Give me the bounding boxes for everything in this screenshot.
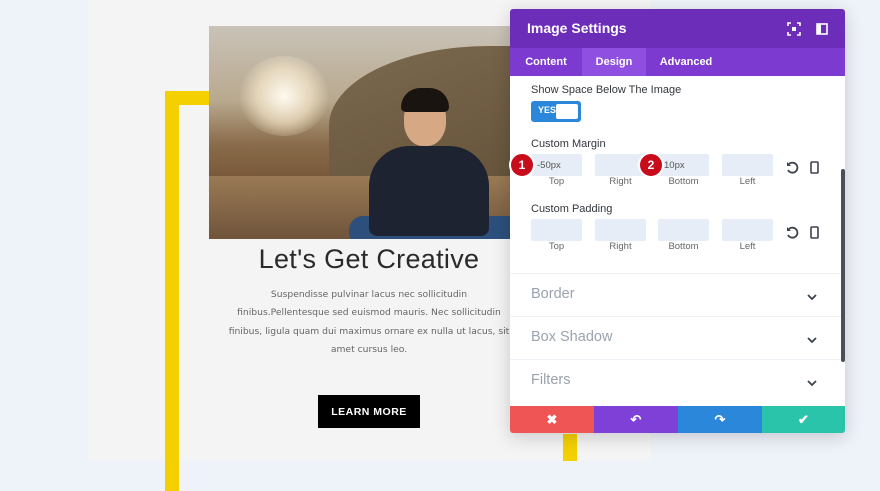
- section-title: Box Shadow: [531, 329, 613, 345]
- margin-left-field[interactable]: [722, 154, 773, 176]
- image-settings-panel: Image Settings Content Design Advanced S…: [510, 9, 845, 433]
- annotation-marker-1: 1: [509, 152, 535, 178]
- chevron-down-icon: [806, 288, 820, 302]
- panel-tabs: Content Design Advanced: [510, 48, 845, 76]
- sidebar-toggle-icon[interactable]: [815, 21, 831, 37]
- padding-right-field[interactable]: [595, 219, 646, 241]
- paragraph-line: finibus, ligula quam dui maximus ornare …: [228, 325, 510, 337]
- section-border[interactable]: Border: [510, 273, 845, 317]
- body-paragraph: Suspendisse pulvinar lacus nec sollicitu…: [228, 286, 510, 359]
- page-heading: Let's Get Creative: [258, 244, 480, 274]
- cancel-button[interactable]: ✖: [510, 406, 594, 433]
- padding-left-field[interactable]: [722, 219, 773, 241]
- chevron-down-icon: [806, 331, 820, 345]
- padding-left-label: Left: [739, 241, 756, 252]
- panel-header: Image Settings: [510, 9, 845, 48]
- margin-left-label: Left: [739, 176, 756, 187]
- show-space-label: Show Space Below The Image: [531, 84, 682, 96]
- margin-bottom-label: Bottom: [668, 176, 699, 187]
- panel-actions: ✖ ↶ ↷ ✔: [510, 406, 845, 433]
- toggle-knob: [556, 104, 578, 119]
- paragraph-line: amet cursus leo.: [330, 343, 408, 355]
- custom-margin-label: Custom Margin: [531, 138, 606, 150]
- mobile-icon[interactable]: [808, 159, 822, 174]
- fullscreen-icon[interactable]: [787, 21, 803, 37]
- paragraph-line: Suspendisse pulvinar lacus nec sollicitu…: [270, 289, 468, 300]
- padding-right-label: Right: [609, 241, 632, 252]
- paragraph-line: finibus.Pellentesque sed euismod mauris.…: [237, 307, 501, 319]
- yellow-decorative-bar: [563, 434, 577, 461]
- panel-scrollbar[interactable]: [841, 169, 845, 362]
- redo-button[interactable]: ↷: [678, 406, 762, 433]
- reset-icon[interactable]: [786, 224, 800, 239]
- tab-content[interactable]: Content: [510, 48, 582, 76]
- section-filters[interactable]: Filters: [510, 359, 845, 403]
- annotation-marker-2: 2: [638, 152, 664, 178]
- section-box-shadow[interactable]: Box Shadow: [510, 316, 845, 360]
- section-title: Filters: [531, 372, 571, 388]
- padding-bottom-label: Bottom: [668, 241, 699, 252]
- padding-bottom-field[interactable]: [658, 219, 709, 241]
- mobile-icon[interactable]: [808, 224, 822, 239]
- hero-photo: [209, 26, 539, 239]
- custom-padding-label: Custom Padding: [531, 203, 613, 215]
- toggle-label: YES: [538, 105, 557, 115]
- learn-more-button[interactable]: LEARN MORE: [318, 395, 420, 428]
- padding-top-field[interactable]: [531, 219, 582, 241]
- margin-top-field[interactable]: -50px: [531, 154, 582, 176]
- panel-title: Image Settings: [527, 20, 627, 36]
- tab-design[interactable]: Design: [582, 48, 646, 76]
- undo-button[interactable]: ↶: [594, 406, 678, 433]
- margin-bottom-field[interactable]: 10px: [658, 154, 709, 176]
- margin-top-label: Top: [548, 176, 565, 187]
- show-space-toggle[interactable]: YES: [531, 101, 581, 122]
- margin-right-label: Right: [609, 176, 632, 187]
- chevron-down-icon: [806, 374, 820, 388]
- section-title: Border: [531, 286, 575, 302]
- reset-icon[interactable]: [786, 159, 800, 174]
- padding-top-label: Top: [548, 241, 565, 252]
- tab-advanced[interactable]: Advanced: [646, 48, 726, 76]
- save-button[interactable]: ✔: [762, 406, 845, 433]
